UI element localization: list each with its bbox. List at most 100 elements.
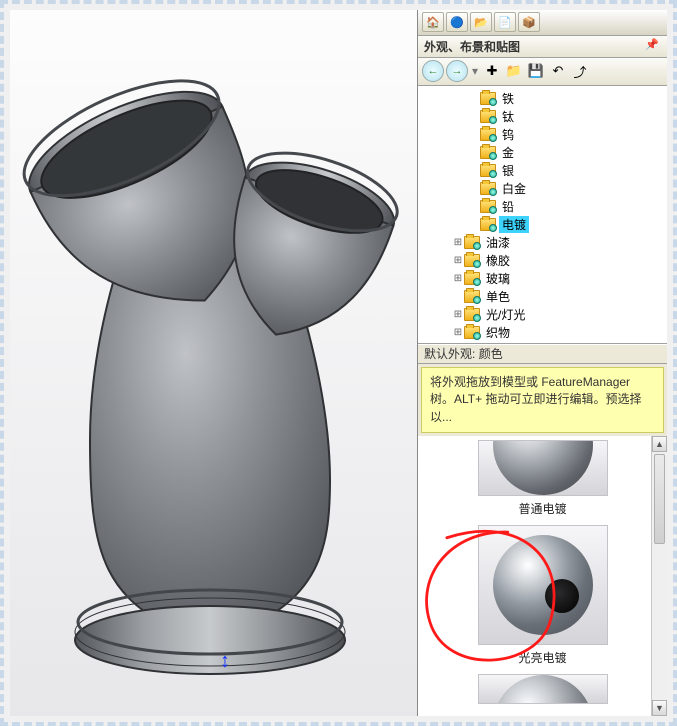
- tree-item-label: 钨: [499, 126, 517, 143]
- tree-item[interactable]: 铅: [420, 198, 665, 216]
- tree-item[interactable]: ⊞ 油漆: [420, 234, 665, 252]
- scroll-down-button[interactable]: ▼: [652, 700, 667, 716]
- sphere-icon: [493, 675, 593, 704]
- folder-icon: [464, 236, 480, 249]
- tree-item[interactable]: 单色: [420, 288, 665, 306]
- swatch-preview: [478, 674, 608, 704]
- tree-item-label: 白金: [499, 180, 529, 197]
- folder-icon: [480, 110, 496, 123]
- expand-toggle[interactable]: ⊞: [452, 273, 464, 284]
- folder-icon: [480, 92, 496, 105]
- app-window: ↕ 🏠 🔵 📂 📄 📦 外观、布景和贴图 📌 ← → ▾ ✚ 📁 💾: [0, 0, 677, 726]
- expand-toggle[interactable]: ⊞: [452, 309, 464, 320]
- folder-icon: [480, 128, 496, 141]
- box-icon: 📦: [522, 16, 536, 29]
- tree-item[interactable]: ⊞ 玻璃: [420, 270, 665, 288]
- arrow-right-icon: →: [452, 65, 463, 77]
- tree-item-label: 织物: [483, 324, 513, 341]
- graphics-viewport[interactable]: ↕ 🏠 🔵 📂 📄 📦 外观、布景和贴图 📌 ← → ▾ ✚ 📁 💾: [10, 10, 667, 716]
- swatch-preview: [478, 440, 608, 496]
- home-icon: 🏠: [426, 16, 440, 29]
- save-button[interactable]: 💾: [526, 61, 546, 81]
- undo-icon: ↶: [553, 63, 564, 79]
- tab-custom-props[interactable]: 📦: [518, 12, 540, 32]
- plus-icon: ✚: [487, 63, 498, 79]
- folder-icon: [480, 200, 496, 213]
- folder-icon: 📂: [474, 16, 488, 29]
- appearance-swatch-list[interactable]: 普通电镀光亮电镀: [418, 436, 667, 716]
- hint-tooltip: 将外观拖放到模型或 FeatureManager 树。ALT+ 拖动可立即进行编…: [421, 367, 664, 433]
- pin-icon[interactable]: 📌: [645, 38, 661, 54]
- tree-item-label: 钛: [499, 108, 517, 125]
- folder-icon: [464, 290, 480, 303]
- nav-back-button[interactable]: ←: [422, 60, 444, 82]
- taskpane-title-bar: 外观、布景和贴图 📌: [418, 36, 667, 58]
- appearance-swatch[interactable]: 光亮电镀: [422, 525, 663, 666]
- tree-item[interactable]: 钨: [420, 126, 665, 144]
- tree-item[interactable]: 金: [420, 144, 665, 162]
- taskpane-toolbar: ← → ▾ ✚ 📁 💾 ↶ ⤴: [418, 58, 667, 86]
- tree-item[interactable]: ⊞ 橡胶: [420, 252, 665, 270]
- expand-toggle[interactable]: ⊞: [452, 237, 464, 248]
- tree-item[interactable]: ⊞ 织物: [420, 324, 665, 342]
- appearance-swatch[interactable]: [422, 674, 663, 704]
- nav-forward-button[interactable]: →: [446, 60, 468, 82]
- tree-item-label: 电镀: [499, 216, 529, 233]
- sphere-icon: [493, 440, 593, 495]
- tab-file-explorer[interactable]: 📂: [470, 12, 492, 32]
- tab-view-palette[interactable]: 📄: [494, 12, 516, 32]
- tree-item[interactable]: 钛: [420, 108, 665, 126]
- pipe-fitting-model: [10, 10, 420, 690]
- tree-item[interactable]: ⊞ 光/灯光: [420, 306, 665, 324]
- folder-icon: [464, 326, 480, 339]
- tree-item[interactable]: 银: [420, 162, 665, 180]
- default-appearance-label: 默认外观: 颜色: [418, 344, 667, 364]
- tree-item-label: 玻璃: [483, 270, 513, 287]
- task-pane: 🏠 🔵 📂 📄 📦 外观、布景和贴图 📌 ← → ▾ ✚ 📁 💾 ↶ ⤴ 铁: [417, 10, 667, 716]
- taskpane-title: 外观、布景和贴图: [424, 38, 520, 55]
- save-icon: 💾: [528, 63, 544, 79]
- folder-icon: [464, 272, 480, 285]
- swatch-label: 光亮电镀: [518, 649, 566, 666]
- tree-item[interactable]: 铁: [420, 90, 665, 108]
- tree-item-label: 橡胶: [483, 252, 513, 269]
- expand-toggle[interactable]: ⊞: [452, 255, 464, 266]
- sphere-icon: 🔵: [450, 16, 464, 29]
- scroll-up-button[interactable]: ▲: [652, 436, 667, 452]
- tree-item-label: 铅: [499, 198, 517, 215]
- model-3d[interactable]: ↕: [10, 10, 430, 724]
- swatch-scrollbar[interactable]: ▲ ▼: [651, 436, 667, 716]
- tree-item-label: 铁: [499, 90, 517, 107]
- scroll-thumb[interactable]: [654, 454, 665, 544]
- tree-item-label: 单色: [483, 288, 513, 305]
- folder-icon: [480, 164, 496, 177]
- folder-icon: [480, 218, 496, 231]
- origin-indicator: ↕: [220, 650, 230, 673]
- up-button[interactable]: ⤴: [570, 61, 590, 81]
- appearance-swatch[interactable]: 普通电镀: [422, 440, 663, 517]
- new-button[interactable]: ✚: [482, 61, 502, 81]
- tab-home[interactable]: 🏠: [422, 12, 444, 32]
- expand-toggle[interactable]: ⊞: [452, 327, 464, 338]
- taskpane-tab-strip: 🏠 🔵 📂 📄 📦: [418, 10, 667, 36]
- sheet-icon: 📄: [498, 16, 512, 29]
- undo-button[interactable]: ↶: [548, 61, 568, 81]
- swatch-label: 普通电镀: [518, 500, 566, 517]
- tree-item[interactable]: 白金: [420, 180, 665, 198]
- open-button[interactable]: 📁: [504, 61, 524, 81]
- tree-item-label: 油漆: [483, 234, 513, 251]
- folder-icon: [480, 182, 496, 195]
- arrow-left-icon: ←: [428, 65, 439, 77]
- toolbar-separator: ▾: [470, 64, 480, 78]
- folder-open-icon: 📁: [506, 63, 522, 79]
- tree-item-label: 金: [499, 144, 517, 161]
- tree-item[interactable]: 电镀: [420, 216, 665, 234]
- arrow-up-icon: ⤴: [573, 62, 586, 81]
- folder-icon: [464, 308, 480, 321]
- sphere-icon: [493, 535, 593, 635]
- tree-item-label: 光/灯光: [483, 306, 528, 323]
- appearance-tree[interactable]: 铁钛钨金银白金铅电镀 ⊞ 油漆 ⊞ 橡胶 ⊞ 玻璃单色 ⊞ 光/灯光 ⊞ 织物: [418, 86, 667, 344]
- tab-appearances[interactable]: 🔵: [446, 12, 468, 32]
- swatch-preview: [478, 525, 608, 645]
- folder-icon: [464, 254, 480, 267]
